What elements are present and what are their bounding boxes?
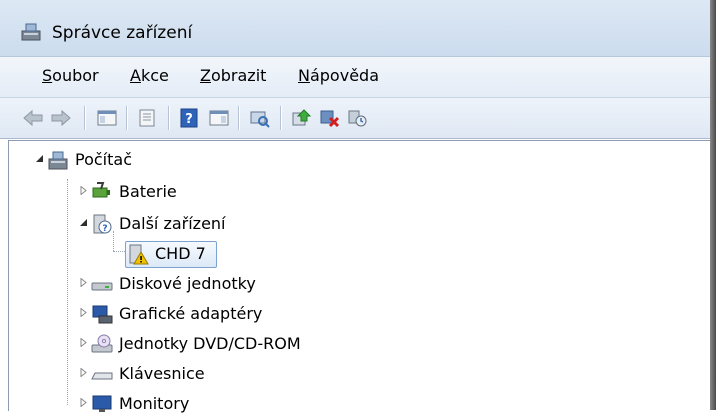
tree-node-dalsi-zarizeni[interactable]: ? Další zařízení — [79, 211, 299, 237]
back-arrow-icon[interactable] — [22, 108, 44, 128]
expand-triangle-icon[interactable] — [79, 338, 88, 347]
device-tree[interactable]: Počítač Baterie ? Další zařízení CHD 7 D… — [8, 140, 711, 413]
properties-icon[interactable] — [136, 108, 158, 128]
svg-text:?: ? — [102, 224, 107, 234]
tree-node-label: Počítač — [75, 150, 132, 169]
forward-arrow-icon[interactable] — [50, 108, 72, 128]
device-manager-window: Správce zařízení Soubor Akce Zobrazit Ná… — [0, 0, 716, 413]
keyboard-icon — [91, 372, 113, 380]
dvd-drive-icon — [91, 334, 113, 353]
disable-device-icon[interactable] — [318, 108, 340, 128]
menu-zobrazit[interactable]: Zobrazit — [200, 66, 266, 85]
toolbar-separator — [84, 106, 86, 130]
menu-bar: Soubor Akce Zobrazit Nápověda — [0, 57, 710, 98]
svg-text:?: ? — [185, 112, 193, 127]
tree-node-label: Klávesnice — [119, 364, 205, 383]
update-driver-icon[interactable] — [290, 108, 312, 128]
expand-triangle-icon[interactable] — [79, 368, 88, 377]
tree-line — [113, 251, 125, 252]
scan-hardware-icon[interactable] — [248, 108, 270, 128]
expand-triangle-icon[interactable] — [79, 398, 88, 407]
tree-node-klavesnice[interactable]: Klávesnice — [79, 361, 299, 387]
title-bar[interactable]: Správce zařízení — [0, 0, 710, 57]
menu-soubor[interactable]: Soubor — [42, 66, 99, 85]
uninstall-device-icon[interactable] — [346, 108, 368, 128]
expand-triangle-icon[interactable] — [79, 308, 88, 317]
tree-node-label: CHD 7 — [155, 244, 206, 263]
unknown-device-icon: ? — [93, 214, 112, 234]
toolbar-separator — [238, 106, 240, 130]
tree-node-baterie[interactable]: Baterie — [79, 179, 279, 205]
toolbar: ? — [0, 98, 710, 139]
tree-node-dvd-cdrom[interactable]: Jednotky DVD/CD-ROM — [79, 331, 339, 357]
tree-node-label: Jednotky DVD/CD-ROM — [119, 334, 301, 353]
toolbar-separator — [168, 106, 170, 130]
tree-node-label: Další zařízení — [119, 214, 226, 233]
tree-node-monitory[interactable]: Monitory — [79, 391, 299, 417]
tree-node-computer[interactable]: Počítač — [35, 147, 235, 173]
help-icon[interactable]: ? — [178, 108, 200, 128]
tree-line — [67, 179, 68, 405]
display-adapter-icon — [92, 305, 113, 324]
collapse-triangle-icon[interactable] — [79, 218, 88, 227]
tree-node-label: Diskové jednotky — [119, 274, 256, 293]
menu-akce[interactable]: Akce — [130, 66, 169, 85]
device-manager-icon — [21, 23, 41, 41]
warning-device-icon — [129, 244, 149, 265]
toolbar-separator — [280, 106, 282, 130]
tree-node-diskove-jednotky[interactable]: Diskové jednotky — [79, 271, 299, 297]
expand-triangle-icon[interactable] — [79, 278, 88, 287]
window-title: Správce zařízení — [52, 23, 193, 43]
expand-triangle-icon[interactable] — [79, 186, 88, 195]
toolbar-separator — [126, 106, 128, 130]
monitor-icon — [92, 395, 112, 412]
window-frame-right — [710, 0, 716, 410]
tree-node-label: Monitory — [119, 394, 190, 413]
tree-node-chd7[interactable]: CHD 7 — [127, 241, 227, 267]
collapse-triangle-icon[interactable] — [35, 154, 44, 163]
tree-node-graficke-adaptery[interactable]: Grafické adaptéry — [79, 301, 299, 327]
disk-drive-icon — [91, 282, 113, 291]
battery-icon — [92, 182, 110, 198]
menu-napoveda[interactable]: Nápověda — [298, 66, 379, 85]
tree-node-label: Grafické adaptéry — [119, 304, 263, 323]
computer-icon — [48, 151, 68, 170]
tree-node-label: Baterie — [119, 182, 177, 201]
show-hide-console-tree-icon[interactable] — [96, 108, 118, 128]
action-pane-icon[interactable] — [208, 108, 230, 128]
